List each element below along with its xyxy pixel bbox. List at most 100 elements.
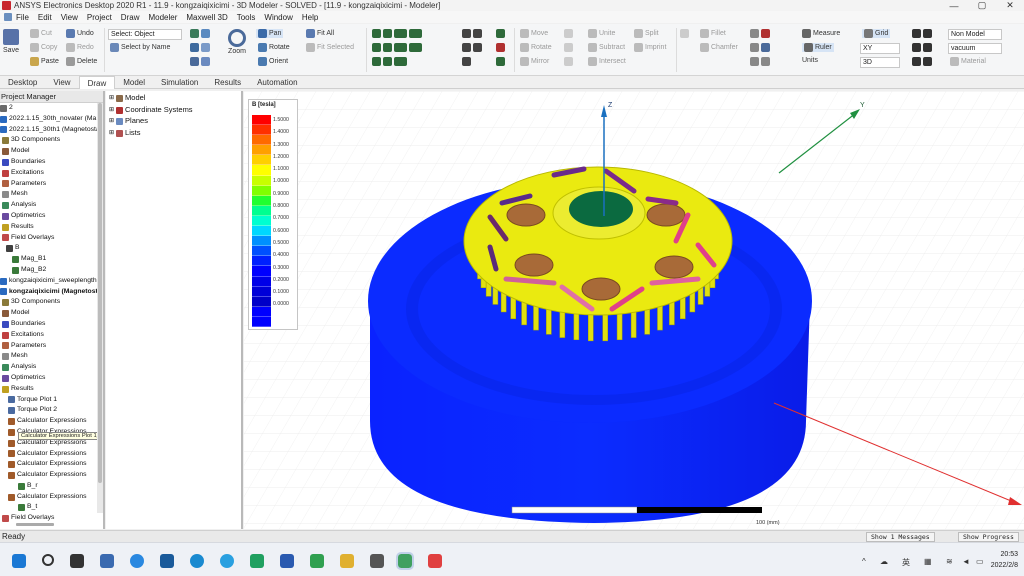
app-icon-3[interactable] — [428, 554, 442, 568]
tree-item[interactable]: B — [0, 243, 103, 254]
tree-item[interactable]: Torque Plot 2 — [0, 405, 103, 416]
tree-item[interactable]: Parameters — [0, 179, 103, 190]
line-icon[interactable] — [462, 29, 471, 38]
maximize-button[interactable]: ▢ — [968, 0, 996, 11]
tree-item[interactable]: Results — [0, 222, 103, 233]
coordinate-icon[interactable] — [496, 43, 505, 52]
spline-icon[interactable] — [462, 43, 471, 52]
menu-file[interactable]: File — [16, 13, 29, 22]
folder-icon[interactable] — [340, 554, 354, 568]
select-mode-dropdown[interactable]: Select: Object — [108, 29, 182, 40]
tree-item[interactable]: Torque Plot 1 — [0, 395, 103, 406]
subtract-button[interactable]: Subtract — [588, 43, 625, 52]
field-legend[interactable]: B [tesla] 1.5000 1.4000 1.3000 1.2000 1.1000… — [248, 99, 298, 330]
tree-item[interactable]: Analysis — [0, 362, 103, 373]
mirror-button[interactable]: Mirror — [520, 57, 549, 66]
equation-curve-icon[interactable] — [462, 57, 471, 66]
copy-button[interactable]: Copy — [30, 43, 57, 52]
tree-item[interactable]: Calculator Expressions — [0, 416, 103, 427]
view-tool-icon[interactable] — [912, 57, 921, 66]
tree-item[interactable]: Model — [0, 308, 103, 319]
tree-item[interactable]: Calculator Expressions — [0, 470, 103, 481]
tree-item[interactable]: Field Overlays — [0, 233, 103, 244]
menu-window[interactable]: Window — [264, 13, 292, 22]
show-progress-button[interactable]: Show Progress — [958, 532, 1019, 542]
sheet-icon[interactable] — [496, 29, 505, 38]
tree-item[interactable]: Calculator Expressions — [0, 492, 103, 503]
select-by-name-button[interactable]: Select by Name — [110, 43, 170, 52]
rotate-view-button[interactable]: Rotate — [258, 43, 290, 52]
ellipse-icon[interactable] — [409, 43, 422, 52]
units-button[interactable]: Units — [802, 57, 818, 64]
tree-item[interactable]: Model — [0, 146, 103, 157]
tree-item-model[interactable]: ⊞ Model — [106, 93, 241, 105]
arc-center-icon[interactable] — [473, 43, 482, 52]
intersect-button[interactable]: Intersect — [588, 57, 626, 66]
menu-maxwell3d[interactable]: Maxwell 3D — [186, 13, 227, 22]
tree-item[interactable]: kongzaiqixicimi (Magnetost — [0, 287, 103, 298]
app-icon[interactable] — [310, 554, 324, 568]
cs-icon[interactable] — [761, 29, 770, 38]
sphere-icon[interactable] — [372, 43, 381, 52]
tree-item[interactable]: Boundaries — [0, 319, 103, 330]
model-mode-dropdown[interactable]: Non Model — [948, 29, 1002, 40]
pm-horizontal-scrollbar[interactable] — [16, 523, 54, 526]
pan-button[interactable]: Pan — [256, 29, 284, 38]
wireframe-icon[interactable] — [190, 43, 199, 52]
fillet-button[interactable]: Fillet — [700, 29, 726, 38]
tree-item[interactable]: Mag_B2 — [0, 265, 103, 276]
history-icon[interactable] — [750, 29, 759, 38]
view-tool-icon[interactable] — [923, 29, 932, 38]
cut-button[interactable]: Cut — [30, 29, 52, 38]
tree-item[interactable]: Optimetrics — [0, 373, 103, 384]
show-messages-button[interactable]: Show 1 Messages — [866, 532, 935, 542]
object-cs-icon[interactable] — [761, 43, 770, 52]
tree-item[interactable]: 2022.1.15_30th1 (Magnetosta — [0, 125, 103, 136]
volume-icon[interactable]: ◄ — [962, 557, 970, 566]
cloud-icon[interactable]: ☁ — [880, 557, 888, 566]
tree-item[interactable]: Mesh — [0, 351, 103, 362]
tab-automation[interactable]: Automation — [249, 76, 305, 89]
grid-button[interactable]: Grid — [862, 29, 891, 38]
tree-item[interactable]: 2022.1.15_30th_novater (Ma — [0, 114, 103, 125]
dimension-dropdown[interactable]: 3D — [860, 57, 900, 68]
keyboard-icon[interactable]: ▦ — [924, 557, 932, 566]
material-button[interactable]: Material — [950, 57, 986, 66]
3d-viewport[interactable]: Z Y 100 (mm) B [tesla] 1.5000 1.4000 1.300… — [244, 91, 1024, 529]
helix-icon[interactable] — [383, 57, 392, 66]
tree-item[interactable]: Analysis — [0, 200, 103, 211]
tree-item[interactable]: Parameters — [0, 341, 103, 352]
menu-modeler[interactable]: Modeler — [148, 13, 177, 22]
drawing-plane-icon[interactable] — [761, 57, 770, 66]
duplicate-icon[interactable] — [564, 29, 573, 38]
mail-icon[interactable] — [160, 554, 174, 568]
tree-item[interactable]: Boundaries — [0, 157, 103, 168]
tree-item[interactable]: Mesh — [0, 189, 103, 200]
view-tool-icon[interactable] — [923, 57, 932, 66]
tree-item[interactable]: B_t — [0, 502, 103, 513]
fit-icon[interactable] — [201, 43, 210, 52]
fit-selected-button[interactable]: Fit Selected — [306, 43, 354, 52]
edge-icon[interactable] — [190, 554, 204, 568]
tree-item[interactable]: B_r — [0, 481, 103, 492]
chat-icon[interactable] — [130, 554, 144, 568]
view-tool-icon[interactable] — [912, 29, 921, 38]
ruler-button[interactable]: Ruler — [802, 43, 834, 52]
measure-button[interactable]: Measure — [802, 29, 840, 38]
scale-icon[interactable] — [564, 43, 573, 52]
box-icon[interactable] — [372, 29, 381, 38]
menu-draw[interactable]: Draw — [121, 13, 140, 22]
move-button[interactable]: Move — [520, 29, 548, 38]
circle-icon[interactable] — [409, 29, 422, 38]
surface-icon[interactable] — [680, 29, 689, 38]
zoom-button[interactable]: Zoom — [228, 29, 246, 55]
relative-cs-icon[interactable] — [750, 43, 759, 52]
view-icons-group[interactable] — [190, 29, 212, 38]
word-icon[interactable] — [280, 554, 294, 568]
close-button[interactable]: ✕ — [996, 0, 1024, 11]
search-icon[interactable] — [42, 554, 54, 566]
paste-button[interactable]: Paste — [30, 57, 59, 66]
view-tool-icon[interactable] — [923, 43, 932, 52]
split-button[interactable]: Split — [634, 29, 659, 38]
view-tool-icon[interactable] — [912, 43, 921, 52]
